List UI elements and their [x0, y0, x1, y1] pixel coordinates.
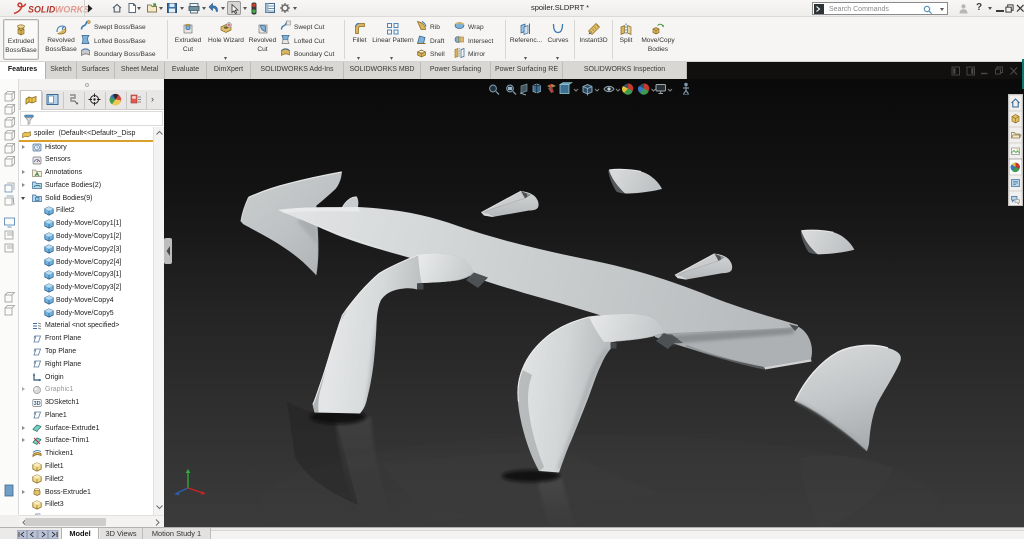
svg-text:3D: 3D — [34, 401, 41, 407]
svg-text:SOLID: SOLID — [28, 5, 56, 15]
